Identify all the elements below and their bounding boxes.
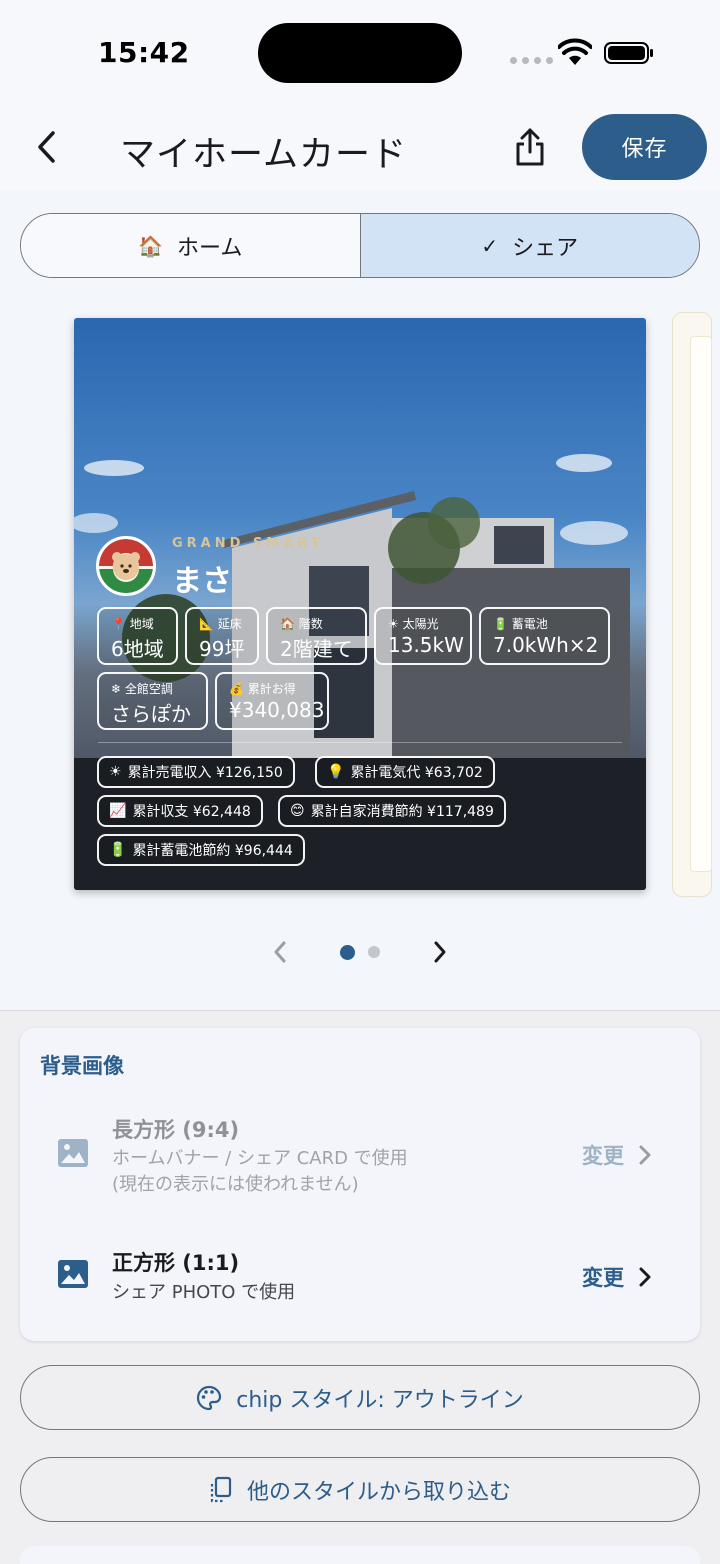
import-style-button[interactable]: 他のスタイルから取り込む: [20, 1457, 700, 1522]
spec-label: 全館空調: [124, 682, 173, 696]
change-label: 変更: [582, 1144, 624, 1168]
pin-icon: 📍: [111, 617, 126, 631]
total-chip-sales: ☀ 累計売電収入 ¥126,150: [97, 756, 295, 788]
avatar: [96, 536, 156, 596]
image-icon: [58, 1139, 88, 1167]
battery-icon: 🔋: [493, 617, 508, 631]
back-button[interactable]: [26, 124, 66, 170]
user-name: まさ: [172, 564, 232, 599]
chip-style-button[interactable]: chip スタイル: アウトライン: [20, 1365, 700, 1430]
change-label: 変更: [582, 1266, 624, 1290]
chevron-right-icon: [639, 1145, 651, 1165]
battery-icon: [604, 42, 653, 64]
page-indicator-active: [340, 945, 355, 960]
option-title-rectangle: 長方形 (9:4): [112, 1118, 240, 1142]
money-bag-icon: 💰: [229, 682, 244, 696]
view-mode-toggle: 🏠 ホーム ✓ シェア: [20, 213, 700, 278]
spec-value: 2階建て: [280, 637, 353, 661]
check-icon: ✓: [481, 233, 499, 258]
import-style-label: 他のスタイルから取り込む: [246, 1479, 511, 1505]
bear-avatar-icon: [99, 539, 153, 593]
share-card: GRAND SMART まさ 📍 地域 6地域 📐 延床 99坪 🏠 階数 2階…: [74, 318, 646, 890]
spec-chip-floor-area: 📐 延床 99坪: [185, 607, 259, 665]
total-chip-electricity: 💡 累計電気代 ¥63,702: [315, 756, 495, 788]
total-chip-battery-savings: 🔋 累計蓄電池節約 ¥96,444: [97, 834, 305, 866]
chart-up-icon: 📈: [109, 803, 127, 819]
option-description: シェア PHOTO で使用: [112, 1282, 296, 1303]
ruler-icon: 📐: [199, 617, 214, 631]
spec-value: 6地域: [111, 637, 164, 661]
spec-chip-floors: 🏠 階数 2階建て: [266, 607, 367, 665]
spec-value: 99坪: [199, 637, 245, 661]
option-description: ホームバナー / シェア CARD で使用: [112, 1148, 408, 1169]
spec-value: ¥340,083: [229, 698, 325, 722]
previous-card-button[interactable]: [268, 938, 292, 966]
next-card-button[interactable]: [428, 938, 452, 966]
spec-chip-solar: ☀ 太陽光 13.5kW: [374, 607, 472, 665]
chevron-right-icon: [639, 1267, 651, 1287]
option-note: (現在の表示には使われません): [112, 1174, 359, 1195]
change-square-button[interactable]: 変更: [582, 1262, 652, 1292]
save-button[interactable]: 保存: [582, 114, 707, 180]
next-section-panel: [20, 1546, 700, 1564]
house-icon: 🏠: [138, 233, 164, 258]
image-icon: [58, 1260, 88, 1288]
page-title: マイホームカード: [120, 135, 407, 175]
section-divider: [0, 1010, 720, 1011]
sun-icon: ☀: [388, 617, 399, 631]
segment-home[interactable]: 🏠 ホーム: [21, 214, 361, 277]
spec-value: 7.0kWh×2: [493, 633, 599, 657]
brand-label: GRAND SMART: [172, 536, 324, 551]
page-indicator[interactable]: [368, 946, 380, 958]
dynamic-island: [258, 23, 462, 83]
total-text: 累計収支 ¥62,448: [132, 804, 251, 820]
total-chip-balance: 📈 累計収支 ¥62,448: [97, 795, 263, 827]
total-chip-self-consumption: 😊 累計自家消費節約 ¥117,489: [278, 795, 506, 827]
total-text: 累計自家消費節約 ¥117,489: [310, 804, 494, 820]
status-time: 15:42: [98, 36, 190, 69]
app-bar: マイホームカード 保存: [0, 100, 720, 190]
spec-label: 地域: [129, 617, 154, 631]
status-bar: 15:42: [0, 0, 720, 100]
palette-icon: [197, 1385, 222, 1410]
total-text: 累計蓄電池節約 ¥96,444: [132, 843, 293, 859]
chip-style-label: chip スタイル: アウトライン: [236, 1387, 524, 1413]
spec-label: 累計お得: [247, 682, 296, 696]
smile-icon: 😊: [290, 803, 305, 819]
total-text: 累計売電収入 ¥126,150: [127, 765, 283, 781]
spec-label: 太陽光: [402, 617, 439, 631]
battery-icon: 🔋: [109, 842, 127, 858]
segment-home-label: ホーム: [177, 235, 243, 261]
spec-chip-battery: 🔋 蓄電池 7.0kWh×2: [479, 607, 610, 665]
cellular-signal-icon: [510, 57, 553, 64]
spec-label: 階数: [298, 617, 323, 631]
copy-icon: [210, 1476, 232, 1502]
share-icon: [516, 128, 544, 166]
total-text: 累計電気代 ¥63,702: [350, 765, 483, 781]
background-image-panel: 背景画像 長方形 (9:4) ホームバナー / シェア CARD で使用 (現在…: [20, 1028, 700, 1341]
card-divider: [98, 742, 622, 743]
house-icon: 🏠: [280, 617, 295, 631]
chevron-left-icon: [274, 941, 286, 963]
share-button[interactable]: [508, 124, 552, 170]
chevron-left-icon: [38, 131, 55, 163]
spec-label: 蓄電池: [511, 617, 548, 631]
spec-label: 延床: [217, 617, 242, 631]
panel-title: 背景画像: [40, 1054, 124, 1078]
chevron-right-icon: [434, 941, 446, 963]
wifi-icon: [558, 38, 592, 65]
spec-value: さらぽか: [111, 702, 191, 726]
sun-icon: ☀: [109, 764, 122, 780]
lightbulb-icon: 💡: [327, 764, 345, 780]
spec-chip-air-conditioning: ❄ 全館空調 さらぽか: [97, 672, 208, 730]
segment-share[interactable]: ✓ シェア: [360, 214, 699, 277]
next-card-inner: [690, 336, 712, 872]
spec-chip-region: 📍 地域 6地域: [97, 607, 178, 665]
snowflake-icon: ❄: [111, 682, 122, 696]
change-rectangle-button[interactable]: 変更: [582, 1140, 652, 1170]
spec-value: 13.5kW: [388, 633, 464, 657]
spec-chip-total-savings: 💰 累計お得 ¥340,083: [215, 672, 329, 730]
segment-share-label: シェア: [512, 235, 579, 261]
option-title-square: 正方形 (1:1): [112, 1251, 240, 1275]
